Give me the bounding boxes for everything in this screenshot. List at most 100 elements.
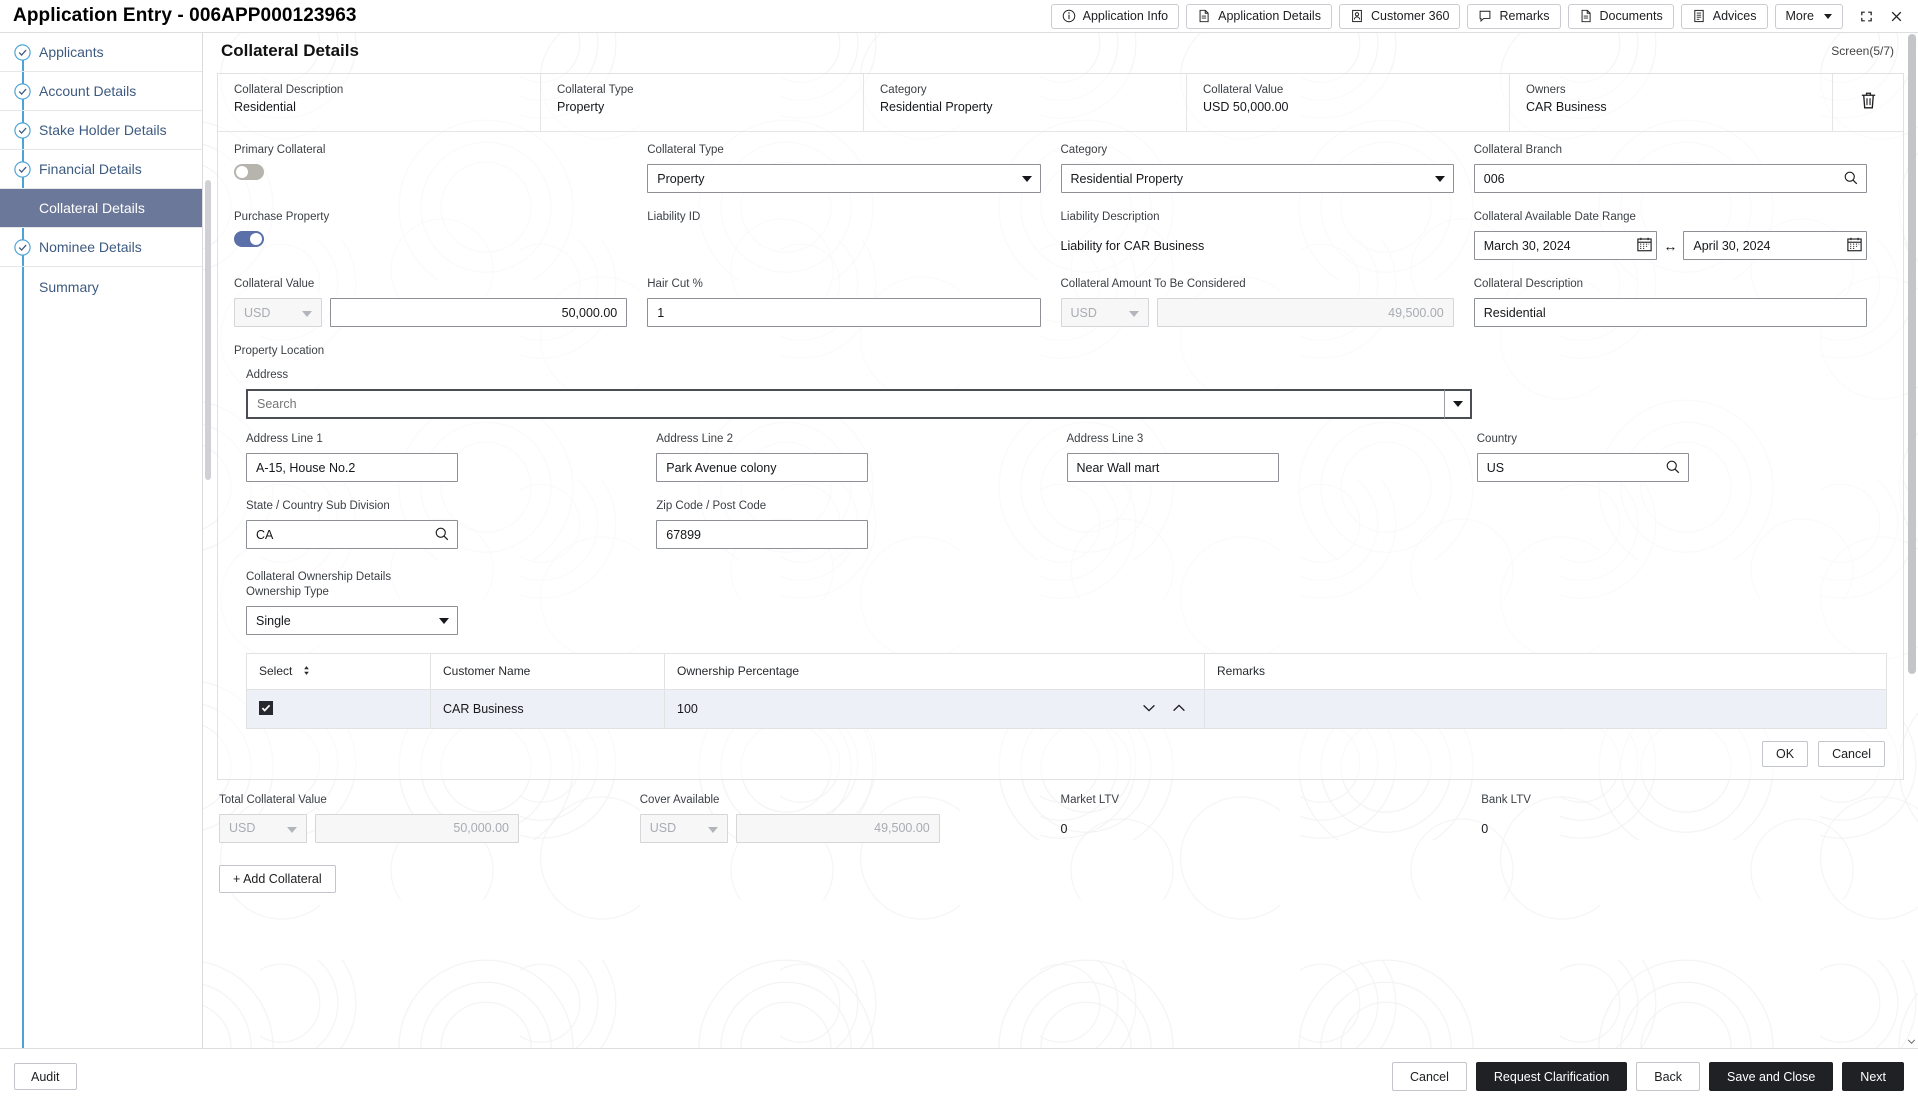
documents-label: Documents xyxy=(1599,9,1663,23)
collateral-branch-input[interactable] xyxy=(1473,164,1867,193)
summary-label: Category xyxy=(880,84,927,96)
column-header-customer-name[interactable]: Customer Name xyxy=(430,653,665,690)
field-hair-cut: Hair Cut % xyxy=(647,278,1060,327)
scrollbar-thumb[interactable] xyxy=(205,180,211,480)
sidebar-item-collateral-details[interactable]: Collateral Details xyxy=(0,189,202,228)
stepper-up-icon[interactable] xyxy=(1172,702,1186,716)
page-scrollbar[interactable] xyxy=(1907,34,1917,1047)
field-label: Collateral Available Date Range xyxy=(1473,211,1636,223)
remarks-label: Remarks xyxy=(1499,9,1550,23)
address-line-3-input[interactable] xyxy=(1066,453,1279,482)
action-footer: Audit Cancel Request Clarification Back … xyxy=(0,1048,1918,1104)
field-primary-collateral: Primary Collateral xyxy=(234,144,647,193)
ownership-section: Collateral Ownership Details Ownership T… xyxy=(234,571,1887,769)
category-select[interactable]: Residential Property xyxy=(1060,164,1454,193)
address-search-input[interactable] xyxy=(246,389,1472,419)
address-line-2-input[interactable] xyxy=(656,453,869,482)
summary-label: Collateral Value xyxy=(1203,84,1284,96)
sidebar-item-applicants[interactable]: Applicants xyxy=(0,33,202,72)
delete-collateral-button[interactable] xyxy=(1833,74,1903,131)
purchase-property-toggle[interactable] xyxy=(234,231,264,247)
date-from-input[interactable] xyxy=(1473,231,1658,260)
documents-button[interactable]: Documents xyxy=(1567,3,1674,29)
ownership-table-actions: OK Cancel xyxy=(246,729,1887,769)
collateral-value-amount-input[interactable] xyxy=(330,298,628,327)
sort-icon[interactable] xyxy=(302,665,311,679)
application-details-button[interactable]: Application Details xyxy=(1186,3,1332,29)
list-document-icon xyxy=(1692,9,1706,23)
sidebar-item-financial-details[interactable]: Financial Details xyxy=(0,150,202,189)
sidebar-item-summary[interactable]: Summary xyxy=(0,267,202,306)
zip-input[interactable] xyxy=(656,520,869,549)
currency-code: USD xyxy=(649,821,677,836)
scroll-down-icon[interactable] xyxy=(1906,1036,1916,1047)
column-header-select[interactable]: Select xyxy=(246,653,431,690)
save-and-close-button[interactable]: Save and Close xyxy=(1709,1062,1834,1091)
search-icon[interactable] xyxy=(434,526,450,547)
check-circle-icon xyxy=(13,82,32,101)
column-header-remarks[interactable]: Remarks xyxy=(1204,653,1887,690)
summary-category: Category Residential Property xyxy=(864,74,1187,131)
check-circle-icon xyxy=(13,43,32,62)
hair-cut-input[interactable] xyxy=(647,298,1041,327)
sidebar-item-nominee-details[interactable]: Nominee Details xyxy=(0,228,202,267)
address-search xyxy=(246,389,1472,419)
cell-remarks[interactable] xyxy=(1204,688,1887,729)
address-dropdown-button[interactable] xyxy=(1444,389,1472,419)
field-label: State / Country Sub Division xyxy=(246,500,390,512)
cancel-button[interactable]: Cancel xyxy=(1391,1062,1467,1091)
close-icon[interactable] xyxy=(1888,8,1904,24)
address-line-1-input[interactable] xyxy=(246,453,458,482)
field-market-ltv: Market LTV 0 xyxy=(1061,794,1482,843)
field-purchase-property: Purchase Property xyxy=(234,211,647,260)
more-button[interactable]: More xyxy=(1774,3,1843,29)
sidebar-item-stake-holder-details[interactable]: Stake Holder Details xyxy=(0,111,202,150)
field-label: Collateral Branch xyxy=(1473,144,1562,156)
document-icon xyxy=(1579,9,1593,23)
state-input[interactable] xyxy=(246,520,458,549)
ownership-type-label: Ownership Type xyxy=(246,586,329,598)
add-collateral-button[interactable]: + Add Collateral xyxy=(219,864,336,893)
next-button[interactable]: Next xyxy=(1842,1062,1904,1091)
form-row-address: Address Line 1 Address Line 2 Address Li… xyxy=(234,433,1887,482)
cell-ownership-percentage[interactable]: 100 xyxy=(664,688,1205,729)
chevron-down-icon xyxy=(302,311,312,317)
sidebar-item-label: Account Details xyxy=(39,83,137,99)
advices-button[interactable]: Advices xyxy=(1680,3,1768,29)
scrollbar-thumb[interactable] xyxy=(1908,34,1916,674)
summary-collateral-value: Collateral Value USD 50,000.00 xyxy=(1187,74,1510,131)
field-label: Collateral Value xyxy=(234,278,315,290)
country-input[interactable] xyxy=(1476,453,1689,482)
sidebar-item-account-details[interactable]: Account Details xyxy=(0,72,202,111)
field-liability-id: Liability ID xyxy=(647,211,1060,260)
collateral-description-input[interactable] xyxy=(1473,298,1867,327)
back-button[interactable]: Back xyxy=(1636,1062,1701,1091)
search-icon[interactable] xyxy=(1843,170,1859,191)
collapse-icon[interactable] xyxy=(1858,8,1874,24)
liability-description-value: Liability for CAR Business xyxy=(1060,239,1205,253)
more-label: More xyxy=(1785,9,1814,23)
range-separator-icon: ↔ xyxy=(1663,237,1678,254)
ownership-type-select[interactable]: Single xyxy=(246,606,458,635)
stepper-down-icon[interactable] xyxy=(1142,702,1156,716)
cancel-ownership-button[interactable]: Cancel xyxy=(1818,740,1885,767)
audit-button[interactable]: Audit xyxy=(14,1063,77,1090)
cell-select[interactable] xyxy=(246,688,431,729)
field-label: Primary Collateral xyxy=(234,144,326,156)
field-label: Liability ID xyxy=(647,211,701,223)
active-step-dot-icon xyxy=(13,199,32,218)
ok-button[interactable]: OK xyxy=(1762,740,1809,767)
collateral-value-currency[interactable]: USD xyxy=(234,298,322,327)
column-header-ownership-percentage[interactable]: Ownership Percentage xyxy=(664,653,1205,690)
form-inner-scrollbar[interactable] xyxy=(205,180,211,620)
remarks-button[interactable]: Remarks xyxy=(1467,3,1561,29)
search-icon[interactable] xyxy=(1665,459,1681,480)
customer-360-button[interactable]: Customer 360 xyxy=(1338,3,1461,29)
primary-collateral-toggle[interactable] xyxy=(234,164,264,180)
request-clarification-button[interactable]: Request Clarification xyxy=(1475,1062,1628,1091)
collateral-type-select[interactable]: Property xyxy=(647,164,1041,193)
row-checkbox[interactable] xyxy=(259,701,273,716)
date-to-input[interactable] xyxy=(1683,231,1867,260)
application-info-button[interactable]: Application Info xyxy=(1050,3,1180,29)
table-row[interactable]: CAR Business 100 xyxy=(246,688,1887,729)
